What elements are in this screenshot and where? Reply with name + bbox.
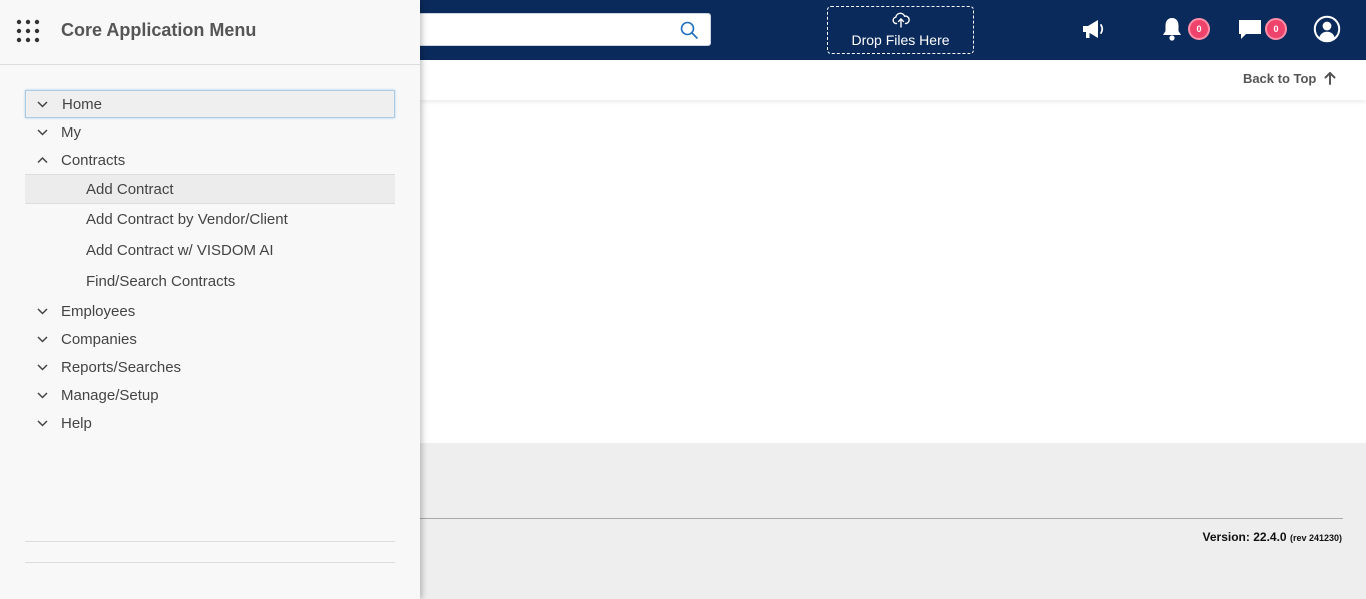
chevron-down-icon xyxy=(37,336,48,343)
menu-divider xyxy=(25,562,395,563)
bell-icon[interactable] xyxy=(1157,14,1187,44)
chevron-down-icon xyxy=(37,101,48,108)
back-to-top-label: Back to Top xyxy=(1242,71,1317,86)
version-revision: (rev 241230) xyxy=(1289,533,1342,543)
menu-item-home[interactable]: Home xyxy=(25,90,395,118)
drop-files-label: Drop Files Here xyxy=(851,32,950,48)
footer-divider xyxy=(420,518,1343,519)
page-footer: Version: 22.4.0 (rev 241230) xyxy=(420,443,1366,599)
version-label: Version: xyxy=(1202,530,1250,544)
menu-item-reports-searches[interactable]: Reports/Searches xyxy=(25,353,395,381)
menu-item-label: Reports/Searches xyxy=(61,359,182,376)
menu-item-label: Companies xyxy=(61,331,137,348)
menu-item-contracts[interactable]: Contracts xyxy=(25,146,395,174)
chat-bubble-icon[interactable] xyxy=(1235,14,1265,44)
submenu-item-label: Find/Search Contracts xyxy=(86,273,236,290)
search-input[interactable] xyxy=(401,14,671,45)
user-avatar-icon[interactable] xyxy=(1313,15,1341,43)
submenu-item-label: Add Contract xyxy=(86,181,174,198)
menu-item-label: Help xyxy=(61,415,92,432)
arrow-up-icon xyxy=(1324,72,1336,85)
menu-item-employees[interactable]: Employees xyxy=(25,297,395,325)
menu-item-label: Manage/Setup xyxy=(61,387,159,404)
submenu-item-find-search-contracts[interactable]: Find/Search Contracts xyxy=(25,266,395,297)
chevron-down-icon xyxy=(37,420,48,427)
menu-item-companies[interactable]: Companies xyxy=(25,325,395,353)
app-grid-icon[interactable] xyxy=(16,19,40,43)
menu-item-manage-setup[interactable]: Manage/Setup xyxy=(25,381,395,409)
submenu-item-add-contract[interactable]: Add Contract xyxy=(25,174,395,204)
back-to-top-link[interactable]: Back to Top xyxy=(1243,71,1336,86)
menu-item-label: Contracts xyxy=(61,152,126,169)
menu-list: Home My Contracts Add Contract Add Contr… xyxy=(25,90,395,437)
chevron-up-icon xyxy=(37,156,48,164)
submenu-item-label: Add Contract w/ VISDOM AI xyxy=(86,242,274,259)
menu-title: Core Application Menu xyxy=(61,20,257,40)
submenu-item-add-contract-visdom-ai[interactable]: Add Contract w/ VISDOM AI xyxy=(25,235,395,266)
version-number: 22.4.0 xyxy=(1253,530,1287,544)
version-info: Version: 22.4.0 (rev 241230) xyxy=(1203,530,1342,544)
menu-item-my[interactable]: My xyxy=(25,118,395,146)
menu-header: Core Application Menu xyxy=(0,0,420,65)
search-box[interactable] xyxy=(400,13,711,46)
cloud-upload-icon xyxy=(892,12,910,28)
chevron-down-icon xyxy=(37,392,48,399)
menu-item-help[interactable]: Help xyxy=(25,409,395,437)
search-icon[interactable] xyxy=(680,21,698,39)
messages-badge: 0 xyxy=(1265,18,1287,40)
menu-item-label: Home xyxy=(62,96,103,113)
submenu-item-add-contract-by-vendor-client[interactable]: Add Contract by Vendor/Client xyxy=(25,204,395,235)
menu-item-label: Employees xyxy=(61,303,136,320)
chevron-down-icon xyxy=(37,129,48,136)
notifications-badge: 0 xyxy=(1188,18,1210,40)
menu-divider xyxy=(25,541,395,542)
megaphone-icon[interactable] xyxy=(1079,14,1109,44)
chevron-down-icon xyxy=(37,308,48,315)
submenu-item-label: Add Contract by Vendor/Client xyxy=(86,211,288,228)
content-subbar: Back to Top xyxy=(420,60,1366,100)
drop-files-zone[interactable]: Drop Files Here xyxy=(827,6,974,54)
chevron-down-icon xyxy=(37,364,48,371)
menu-item-label: My xyxy=(61,124,81,141)
core-application-menu: Core Application Menu Home My Contracts … xyxy=(0,0,420,599)
